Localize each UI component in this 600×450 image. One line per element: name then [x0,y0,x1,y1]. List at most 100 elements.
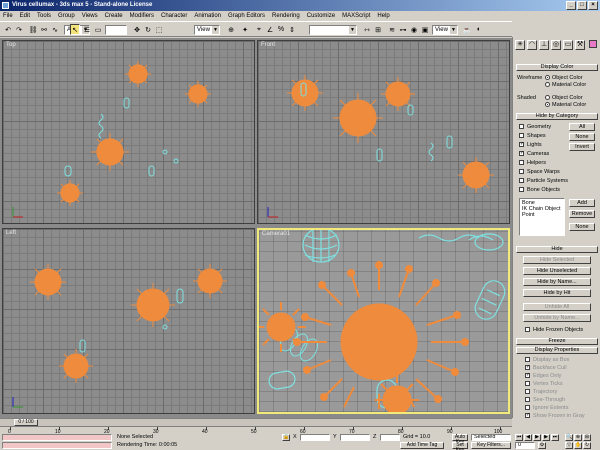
angle-snap-icon[interactable]: ∠ [265,24,275,35]
menu-graph-editors[interactable]: Graph Editors [228,13,265,19]
time-config-icon[interactable]: ⚙ [538,442,546,449]
menu-group[interactable]: Group [58,13,75,19]
color-swatch[interactable] [589,40,597,48]
category-helpers-checkbox[interactable] [519,160,524,165]
viewport-top[interactable]: Top [2,40,255,224]
display-prop-checkbox[interactable] [525,389,530,394]
select-rotate-icon[interactable]: ↻ [143,24,153,35]
minimize-button[interactable]: _ [566,1,576,10]
menu-maxscript[interactable]: MAXScript [342,13,370,19]
play-icon[interactable]: ▶ [533,434,541,441]
select-manipulate-icon[interactable]: ✦ [240,24,250,35]
display-prop-checkbox[interactable] [525,381,530,386]
category-space-warps-checkbox[interactable] [519,169,524,174]
unhide-all-button[interactable]: Unhide All [523,303,591,311]
hide-by-name-button[interactable]: Hide by Name... [523,278,591,286]
prev-frame-icon[interactable]: ◀ [524,434,532,441]
add-time-tag-button[interactable]: Add Time Tag [400,442,444,449]
display-prop-checkbox[interactable] [525,357,530,362]
zoom-all-icon[interactable]: ⊕ [574,434,582,441]
spinner-snap-icon[interactable]: ⇕ [287,24,297,35]
next-frame-icon[interactable]: ▶ [542,434,550,441]
menu-animation[interactable]: Animation [194,13,221,19]
wireframe-object-color-radio[interactable] [545,75,550,80]
menu-rendering[interactable]: Rendering [272,13,300,19]
category-listbox[interactable]: Bone IK Chain Object Point [519,198,565,236]
list-none-button[interactable]: None [569,223,595,231]
y-coordinate-field[interactable] [340,434,370,441]
category-cameras-checkbox[interactable]: ✓ [519,151,524,156]
goto-end-icon[interactable]: ⏭ [551,434,559,441]
create-tab-icon[interactable]: ✳ [515,40,525,50]
shaded-material-color-radio[interactable] [545,102,550,107]
viewport-front[interactable]: Front [257,40,510,224]
display-prop-checkbox[interactable]: ✓ [525,373,530,378]
category-geometry-checkbox[interactable] [519,124,524,129]
category-none-button[interactable]: None [569,133,595,141]
orbit-icon[interactable]: ↻ [583,442,591,449]
category-particle-systems-checkbox[interactable] [519,178,524,183]
percent-snap-icon[interactable]: % [276,24,286,35]
set-key-button[interactable]: Set Key [452,442,468,450]
track-view-icon[interactable]: ≋ [387,24,397,35]
fov-icon[interactable]: ▽ [565,442,573,449]
freeze-rollout[interactable]: Freeze [516,338,598,345]
maximize-button[interactable]: □ [577,1,587,10]
material-editor-icon[interactable]: ◉ [409,24,419,35]
maxscript-listener[interactable] [2,434,112,441]
redo-icon[interactable]: ↷ [14,24,24,35]
select-link-icon[interactable]: ⛓ [28,24,38,35]
goto-start-icon[interactable]: ⏮ [515,434,523,441]
select-object-icon[interactable]: ↖ [70,24,80,35]
menu-views[interactable]: Views [82,13,98,19]
render-scene-icon[interactable]: ▣ [420,24,430,35]
pan-icon[interactable]: ✋ [574,442,582,449]
hide-selected-button[interactable]: Hide Selected [523,256,591,264]
window-crossing-field[interactable] [105,25,127,35]
align-icon[interactable]: ⊞ [373,24,383,35]
region-select-icon[interactable]: ▭ [93,24,103,35]
current-frame-field[interactable]: 0 [515,442,535,449]
menu-edit[interactable]: Edit [20,13,30,19]
category-all-button[interactable]: All [569,123,595,131]
menu-character[interactable]: Character [161,13,187,19]
category-shapes-checkbox[interactable] [519,133,524,138]
display-prop-checkbox[interactable]: ✓ [525,413,530,418]
hierarchy-tab-icon[interactable]: ⊥ [539,40,549,50]
display-properties-rollout[interactable]: Display Properties [516,347,598,354]
time-slider[interactable]: 0 / 100 [0,418,512,426]
bind-space-warp-icon[interactable]: ∿ [50,24,60,35]
ref-coord-dropdown[interactable]: View ▼ [194,25,220,35]
display-color-rollout[interactable]: Display Color [516,64,598,71]
select-move-icon[interactable]: ✥ [132,24,142,35]
pivot-center-icon[interactable]: ⊕ [226,24,236,35]
hide-by-hit-button[interactable]: Hide by Hit [523,289,591,297]
display-prop-checkbox[interactable] [525,405,530,410]
close-button[interactable]: × [588,1,598,10]
zoom-extents-icon[interactable]: ⊞ [583,434,591,441]
menu-create[interactable]: Create [105,13,123,19]
category-invert-button[interactable]: Invert [569,143,595,151]
schematic-view-icon[interactable]: ⊶ [398,24,408,35]
utilities-tab-icon[interactable]: ⚒ [575,40,585,50]
key-mode-dropdown[interactable]: Selected [471,434,511,441]
menu-modifiers[interactable]: Modifiers [130,13,154,19]
unlink-icon[interactable]: ⚯ [39,24,49,35]
maxscript-output[interactable] [2,442,112,449]
motion-tab-icon[interactable]: ◎ [551,40,561,50]
time-slider-thumb[interactable]: 0 / 100 [14,419,38,426]
display-tab-icon[interactable]: ▭ [563,40,573,50]
named-selection-dropdown[interactable]: ▼ [309,25,357,35]
key-filters-button[interactable]: Key Filters... [471,442,511,449]
menu-tools[interactable]: Tools [37,13,51,19]
viewport-camera01[interactable]: Camera01 [257,228,510,414]
display-prop-checkbox[interactable]: ✓ [525,365,530,370]
auto-key-button[interactable]: Auto Key [452,434,468,445]
list-remove-button[interactable]: Remove [569,210,595,218]
select-by-name-icon[interactable]: ☰ [82,24,92,35]
active-shade-icon[interactable]: ◐ [474,24,484,35]
modify-tab-icon[interactable]: ◠ [527,40,537,50]
wireframe-material-color-radio[interactable] [545,82,550,87]
list-item[interactable]: Point [522,212,562,218]
select-scale-icon[interactable]: ⬚ [154,24,164,35]
